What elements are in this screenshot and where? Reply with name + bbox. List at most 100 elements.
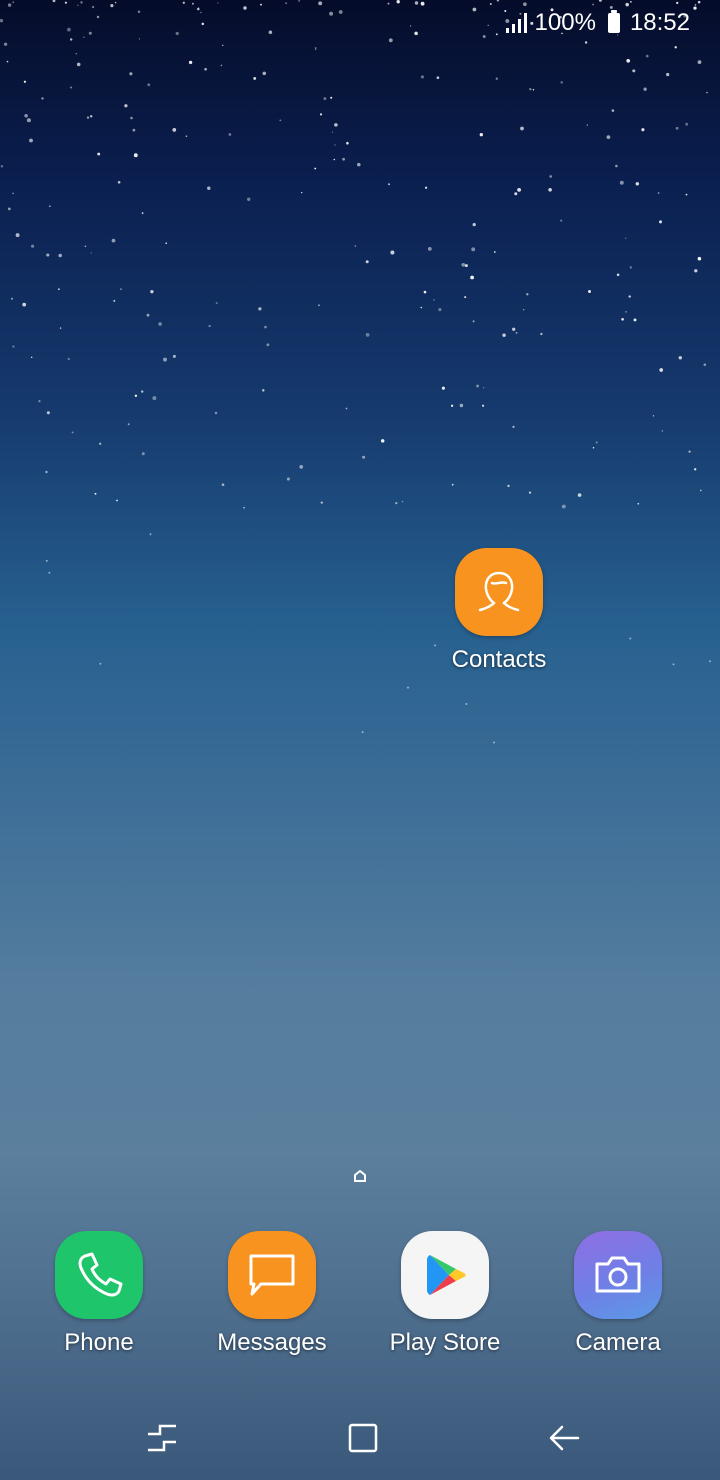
star: [130, 116, 133, 120]
star: [243, 506, 245, 509]
star: [163, 357, 167, 362]
star: [331, 131, 334, 133]
phone-icon: [55, 1231, 143, 1319]
star: [493, 741, 496, 744]
star: [365, 333, 370, 337]
star: [0, 165, 4, 168]
star: [26, 118, 31, 123]
star: [120, 288, 122, 290]
star: [76, 62, 81, 67]
star: [625, 237, 627, 239]
star: [470, 275, 474, 280]
star: [59, 327, 62, 329]
star: [514, 192, 518, 196]
app-messages[interactable]: Messages: [207, 1231, 337, 1357]
star: [365, 260, 369, 264]
app-label: Camera: [575, 1329, 661, 1356]
star: [390, 250, 395, 255]
star: [46, 253, 50, 257]
star: [512, 425, 515, 428]
star: [113, 299, 116, 302]
star: [129, 72, 133, 76]
back-icon[interactable]: [544, 1418, 584, 1458]
star: [495, 77, 498, 80]
navigation-bar: [0, 1400, 720, 1480]
app-label: Play Store: [389, 1329, 501, 1356]
star: [560, 81, 563, 84]
star: [300, 191, 303, 194]
star: [146, 313, 150, 317]
star: [661, 430, 663, 432]
star: [141, 212, 144, 214]
star: [507, 484, 510, 488]
star: [459, 403, 464, 408]
star: [645, 54, 649, 58]
star: [577, 493, 582, 497]
app-camera[interactable]: Camera: [553, 1231, 683, 1357]
contacts-icon: [455, 548, 543, 636]
star: [228, 133, 232, 136]
star: [46, 411, 50, 415]
app-phone[interactable]: Phone: [34, 1231, 164, 1357]
star: [342, 157, 345, 161]
star: [71, 431, 74, 434]
star: [127, 423, 130, 426]
app-play-store[interactable]: Play Store: [380, 1231, 510, 1357]
star: [461, 262, 466, 267]
star: [264, 325, 267, 329]
home-icon[interactable]: [342, 1418, 382, 1458]
star: [90, 252, 92, 254]
star: [214, 411, 218, 415]
star: [424, 186, 428, 189]
star: [387, 183, 391, 186]
star: [420, 306, 423, 309]
star: [472, 320, 475, 323]
star: [320, 501, 323, 504]
star: [464, 296, 467, 299]
star: [94, 492, 97, 495]
home-page-indicator-icon: [354, 1169, 366, 1182]
star: [319, 113, 323, 116]
star: [279, 119, 282, 122]
star: [172, 128, 177, 132]
star: [621, 318, 624, 321]
star: [29, 138, 33, 143]
star: [420, 75, 424, 79]
star: [615, 164, 618, 168]
star: [450, 404, 454, 407]
app-contacts[interactable]: Contacts: [434, 548, 564, 674]
star: [333, 158, 336, 161]
star: [641, 128, 645, 132]
app-label: Phone: [64, 1329, 134, 1356]
star: [147, 83, 151, 87]
star: [659, 220, 662, 224]
star: [48, 205, 51, 208]
star: [532, 88, 535, 91]
star: [48, 571, 51, 574]
star: [12, 345, 15, 348]
star: [436, 76, 440, 80]
recents-icon[interactable]: [142, 1418, 182, 1458]
star: [688, 450, 691, 453]
star: [629, 266, 633, 269]
star: [38, 400, 41, 403]
star: [502, 333, 506, 337]
star: [158, 322, 162, 326]
star: [703, 363, 707, 366]
star: [141, 452, 145, 456]
star: [694, 269, 698, 273]
star: [611, 109, 615, 112]
star: [479, 133, 483, 137]
star: [318, 304, 320, 307]
star: [606, 135, 611, 140]
star: [357, 162, 361, 167]
star: [675, 126, 679, 130]
star: [45, 559, 48, 562]
star: [465, 703, 468, 705]
star: [361, 731, 364, 734]
star: [674, 46, 677, 49]
battery-icon: [607, 10, 620, 33]
star: [149, 533, 152, 536]
star: [637, 502, 640, 505]
star: [334, 123, 338, 127]
